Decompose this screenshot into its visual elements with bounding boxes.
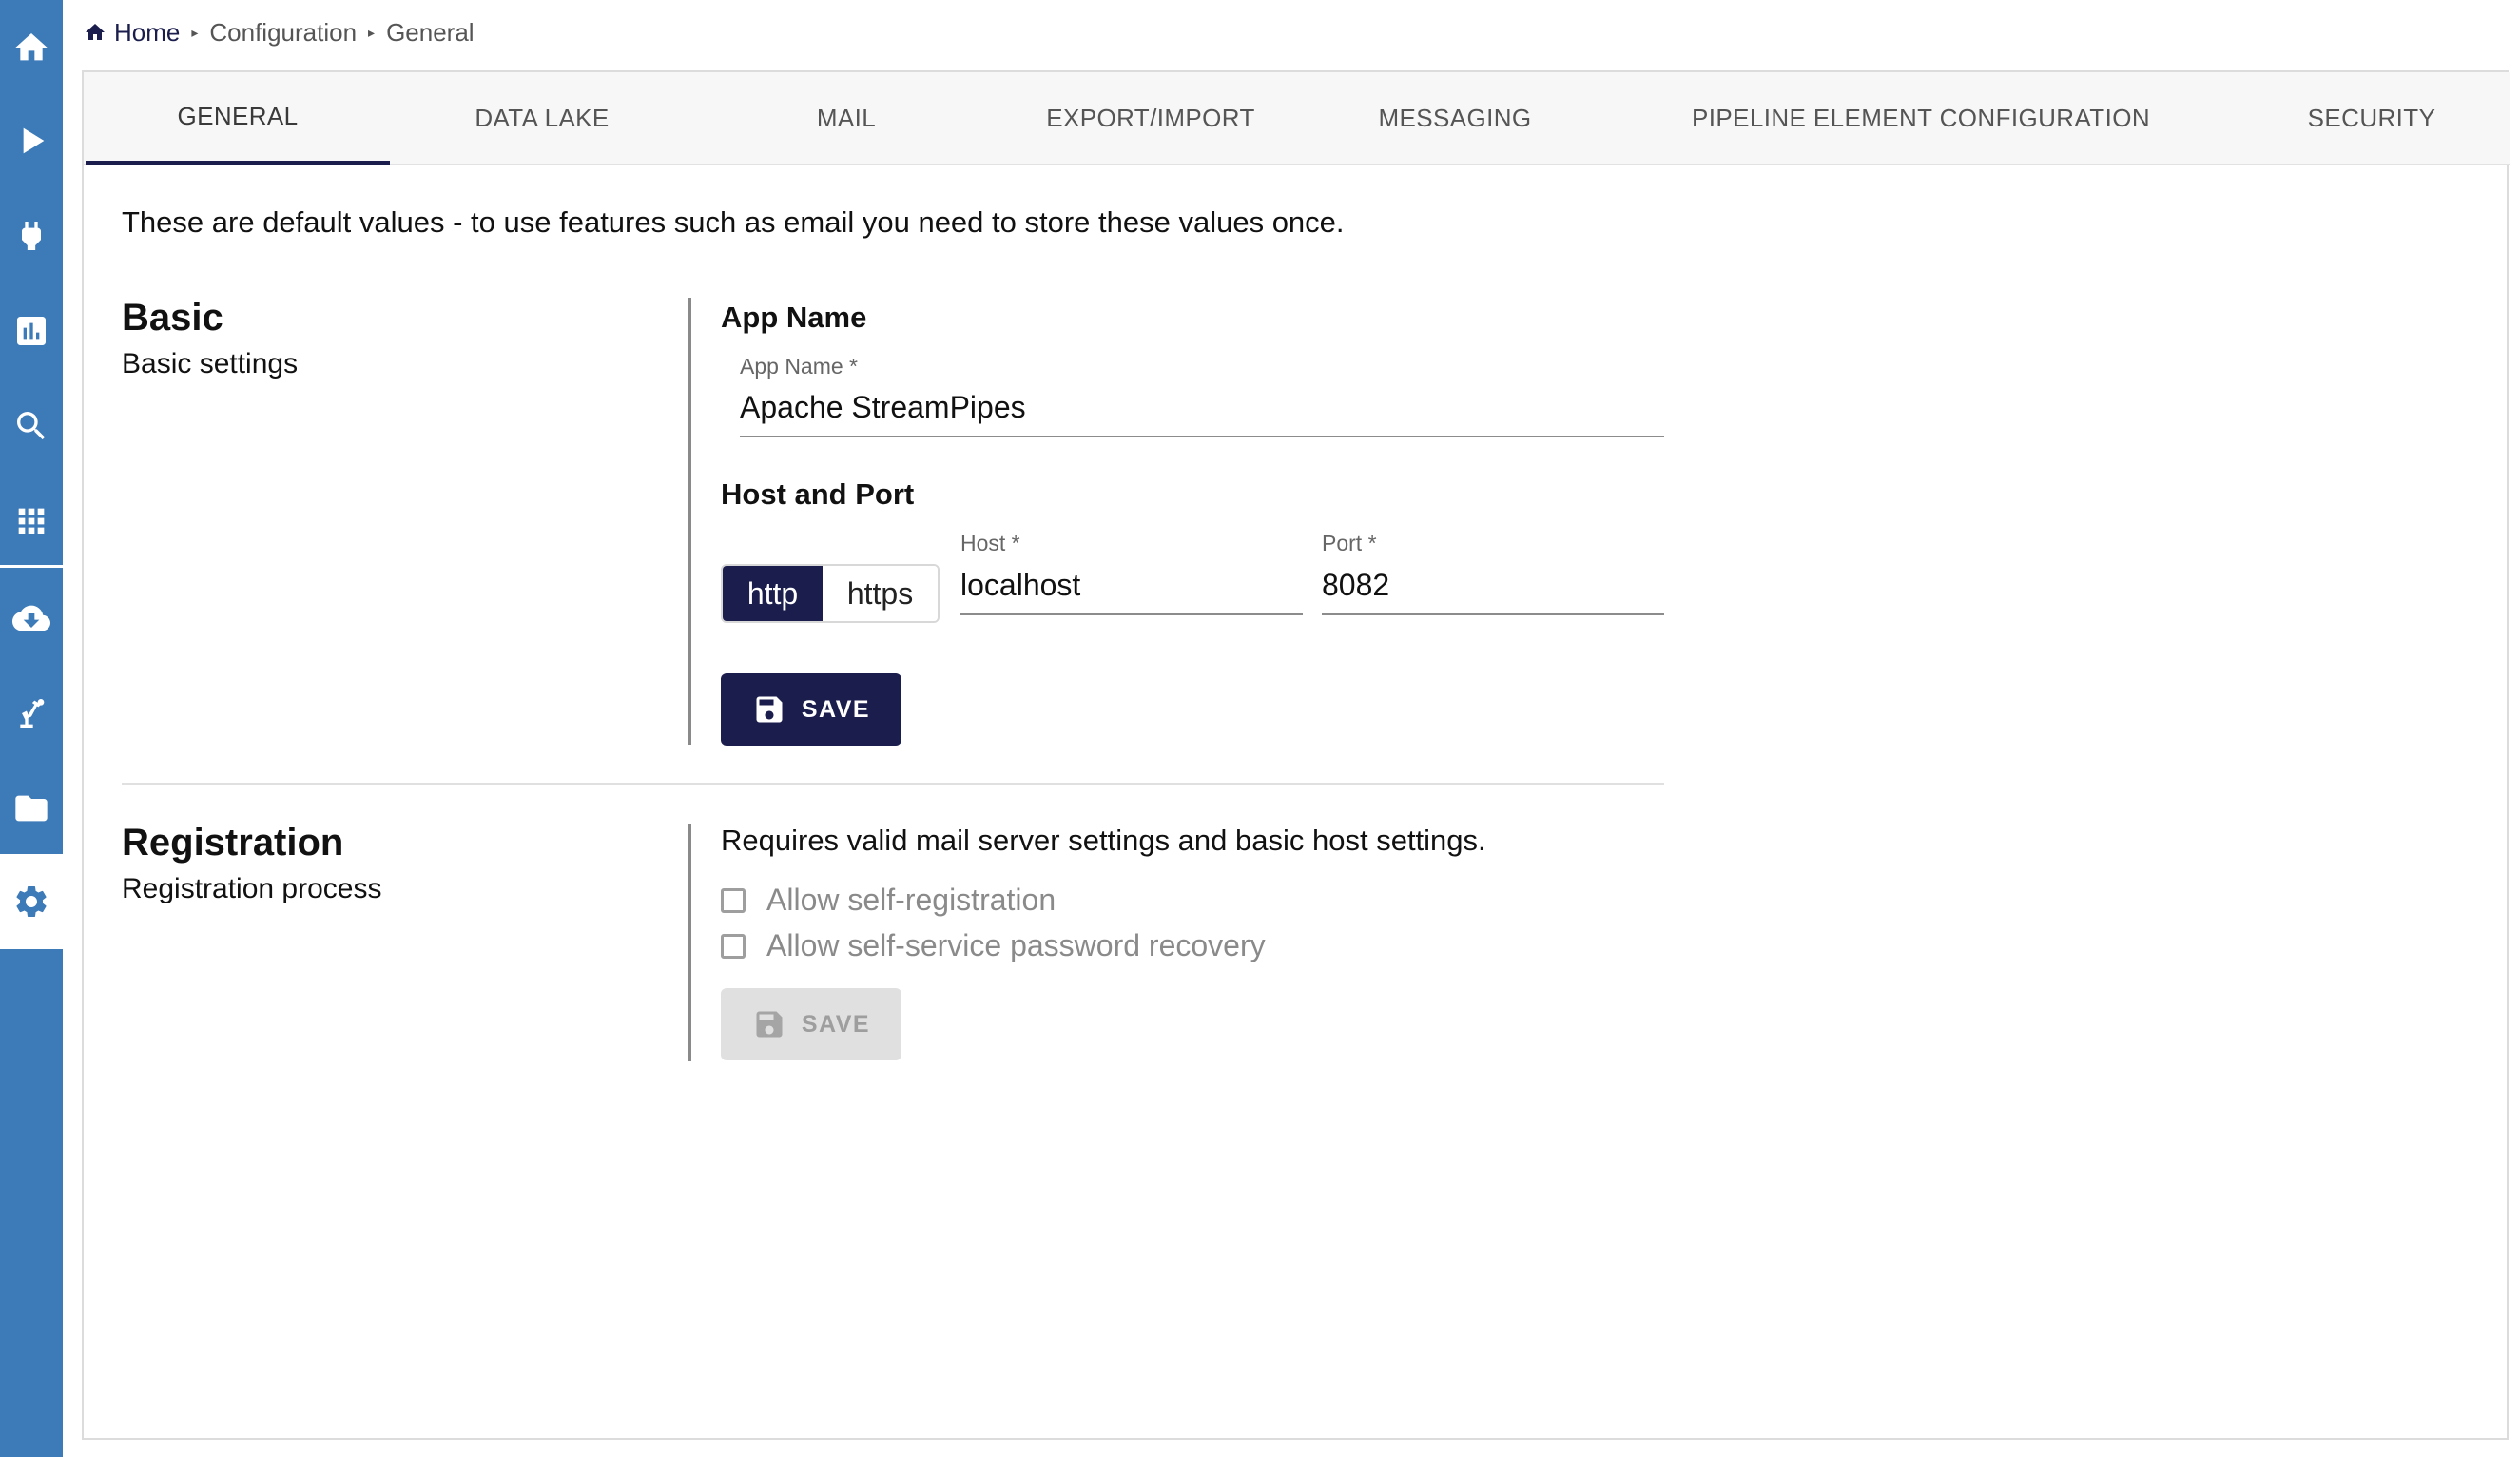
registration-save-button[interactable]: SAVE <box>721 988 901 1060</box>
protocol-http-option[interactable]: http <box>723 566 823 621</box>
plug-icon <box>22 222 41 250</box>
apps-grid-icon <box>18 508 45 534</box>
password-recovery-checkbox[interactable] <box>721 933 746 959</box>
cloud-download-icon <box>12 605 50 631</box>
protocol-toggle[interactable]: http https <box>721 564 940 623</box>
sidebar-item-assets[interactable] <box>0 666 63 761</box>
search-icon <box>17 412 46 440</box>
port-underline <box>1322 613 1664 615</box>
sidebar-item-install[interactable] <box>0 571 63 666</box>
breadcrumb-separator-icon: ▸ <box>191 24 199 40</box>
section-divider <box>122 783 1664 785</box>
sidebar-item-files[interactable] <box>0 761 63 856</box>
password-recovery-label: Allow self-service password recovery <box>766 928 1266 962</box>
tab-pipeline-element-configuration[interactable]: PIPELINE ELEMENT CONFIGURATION <box>1607 72 2235 164</box>
intro-text: These are default values - to use featur… <box>122 205 1345 239</box>
save-icon <box>756 1011 783 1038</box>
host-port-heading: Host and Port <box>721 477 915 511</box>
self-registration-checkbox-row[interactable]: Allow self-registration <box>721 883 1056 918</box>
robot-arm-icon <box>20 699 45 728</box>
basic-section-title: Basic <box>122 297 223 339</box>
host-input[interactable]: localhost <box>960 568 1080 603</box>
home-icon <box>15 33 48 61</box>
folder-icon <box>15 795 48 822</box>
breadcrumb-separator-icon: ▸ <box>368 24 376 40</box>
sidebar-item-pipelines[interactable] <box>0 93 63 188</box>
registration-save-label: SAVE <box>801 1010 871 1038</box>
registration-section-title: Registration <box>122 822 344 864</box>
password-recovery-checkbox-row[interactable]: Allow self-service password recovery <box>721 928 1266 963</box>
port-input[interactable]: 8082 <box>1322 568 1389 603</box>
sidebar-item-apps[interactable] <box>0 474 63 569</box>
basic-section-divider <box>688 298 691 745</box>
basic-save-button[interactable]: SAVE <box>721 673 901 746</box>
tab-general[interactable]: GENERAL <box>86 72 390 165</box>
registration-section-subtitle: Registration process <box>122 873 382 904</box>
breadcrumb-home-link[interactable]: Home <box>114 18 180 48</box>
registration-note: Requires valid mail server settings and … <box>721 824 1486 857</box>
gear-icon <box>16 886 47 917</box>
breadcrumb-configuration[interactable]: Configuration <box>209 18 357 48</box>
app-name-input[interactable]: Apache StreamPipes <box>740 390 1026 425</box>
sidebar-item-home[interactable] <box>0 0 63 95</box>
breadcrumb: Home ▸ Configuration ▸ General <box>84 15 475 49</box>
home-icon <box>86 24 105 40</box>
registration-section-divider <box>688 824 691 1061</box>
sidebar-separator <box>0 565 63 568</box>
sidebar-item-dashboard[interactable] <box>0 283 63 379</box>
tab-security[interactable]: SECURITY <box>2235 72 2509 164</box>
tab-bar: GENERAL DATA LAKE MAIL EXPORT/IMPORT MES… <box>84 72 2510 165</box>
tab-export-import[interactable]: EXPORT/IMPORT <box>998 72 1303 164</box>
app-name-label: App Name * <box>740 354 859 379</box>
port-label: Port * <box>1322 531 1377 555</box>
breadcrumb-general: General <box>386 17 475 47</box>
host-label: Host * <box>960 531 1020 555</box>
sidebar-item-search[interactable] <box>0 379 63 474</box>
tab-messaging[interactable]: MESSAGING <box>1303 72 1607 164</box>
bar-chart-icon <box>17 317 46 345</box>
self-registration-label: Allow self-registration <box>766 883 1056 917</box>
save-icon <box>756 696 783 723</box>
basic-section-subtitle: Basic settings <box>122 348 299 379</box>
sidebar-item-connect[interactable] <box>0 188 63 283</box>
app-name-heading: App Name <box>721 301 867 334</box>
basic-save-label: SAVE <box>801 695 871 723</box>
configuration-card: GENERAL DATA LAKE MAIL EXPORT/IMPORT MES… <box>82 70 2510 1440</box>
app-name-underline <box>740 436 1664 437</box>
host-underline <box>960 613 1303 615</box>
sidebar-item-configuration[interactable] <box>0 854 63 949</box>
play-icon <box>23 127 45 154</box>
tab-data-lake[interactable]: DATA LAKE <box>390 72 694 164</box>
tab-mail[interactable]: MAIL <box>694 72 998 164</box>
sidebar <box>0 0 63 1457</box>
protocol-https-option[interactable]: https <box>823 566 938 621</box>
self-registration-checkbox[interactable] <box>721 887 746 913</box>
